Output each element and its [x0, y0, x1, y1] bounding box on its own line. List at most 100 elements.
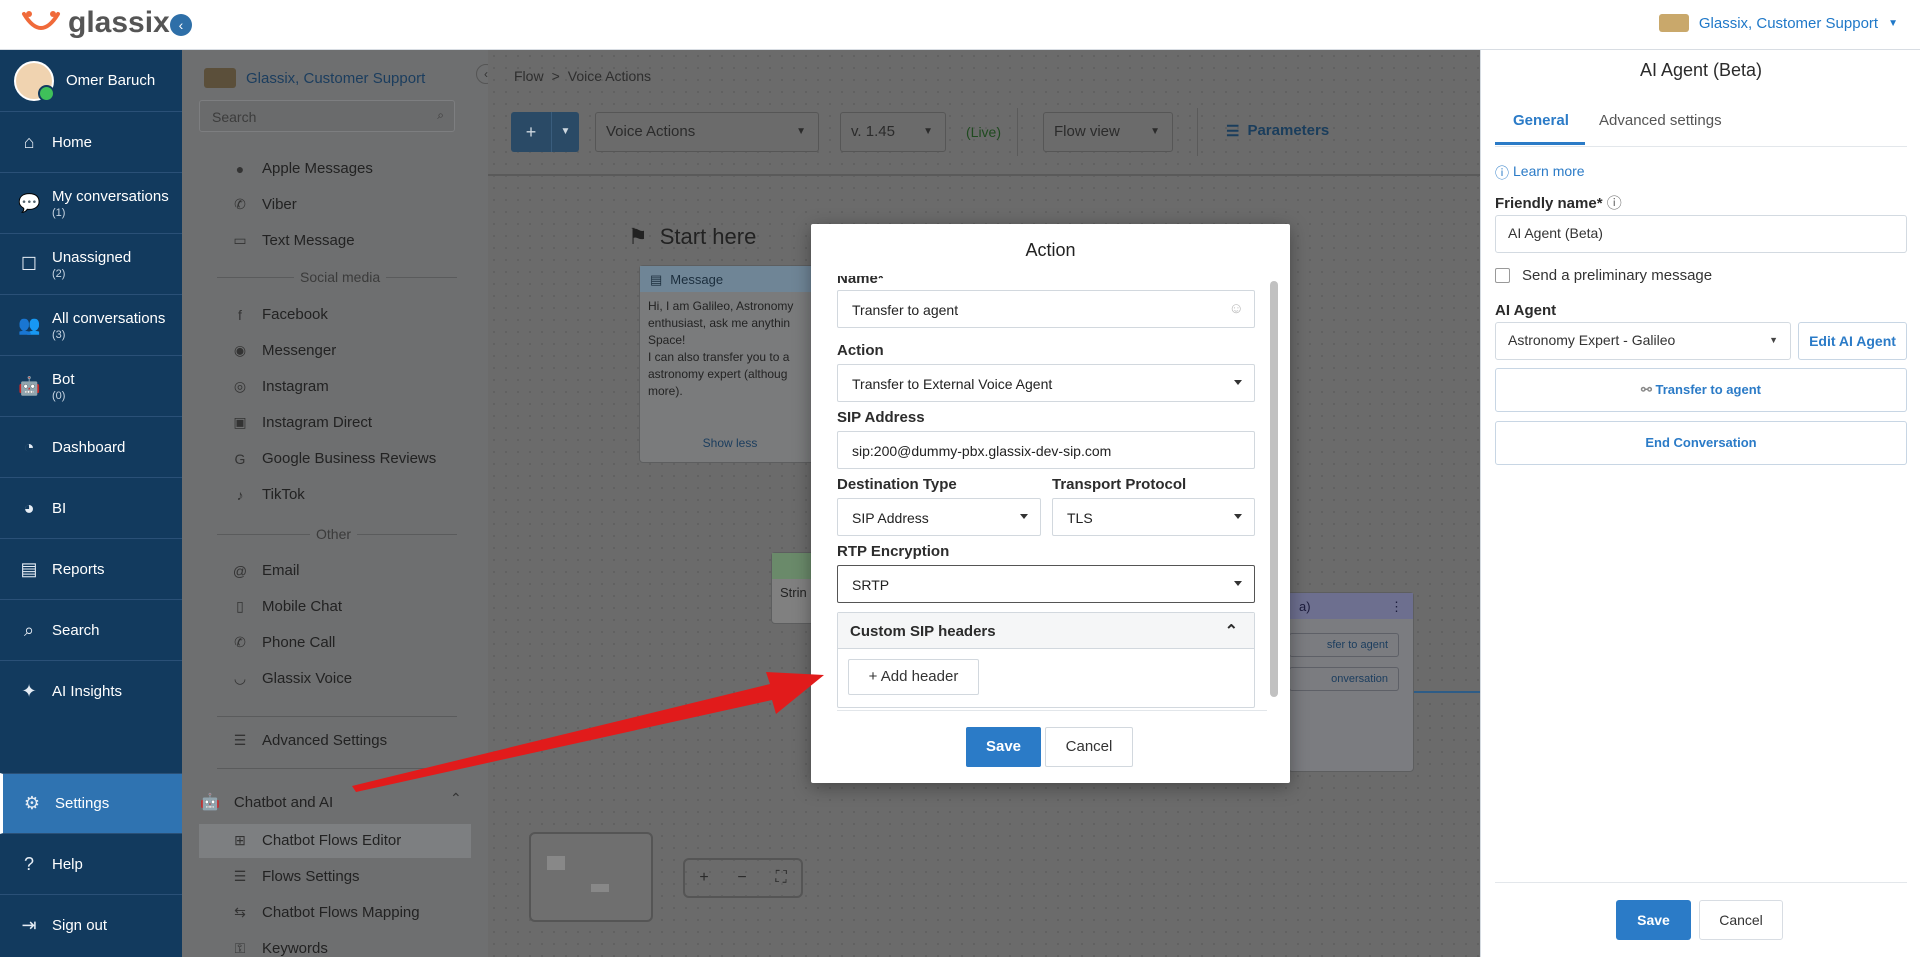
account-switcher[interactable]: Glassix, Customer Support ▼ — [1658, 14, 1898, 32]
transfer-to-agent-button[interactable]: ⚯ Transfer to agent — [1495, 368, 1907, 412]
nav-bi[interactable]: ◕ BI — [0, 478, 182, 539]
show-less-link[interactable]: Show less — [640, 436, 820, 450]
ai-agent-node-end[interactable]: onversation — [1289, 667, 1399, 691]
start-node[interactable]: ⚑ Start here — [628, 224, 756, 250]
message-line: I can also transfer you to a — [648, 350, 790, 364]
minimap[interactable] — [529, 832, 653, 922]
settings-item-text-message[interactable]: ▭ Text Message — [232, 232, 354, 249]
action-value: Transfer to External Voice Agent — [852, 376, 1053, 392]
version-select[interactable]: v. 1.45 ▼ — [840, 112, 946, 152]
parameters-button[interactable]: ☰ Parameters — [1226, 122, 1329, 140]
collapse-sidebar-icon[interactable]: ‹ — [170, 14, 192, 36]
annotation-arrow — [352, 672, 824, 792]
custom-headers-header[interactable]: Custom SIP headers ⌃ — [838, 613, 1254, 649]
zoom-in-button[interactable]: + — [699, 869, 708, 887]
view-select[interactable]: Flow view ▼ — [1043, 112, 1173, 152]
transport-protocol-select[interactable]: TLS — [1052, 498, 1255, 536]
rtp-encryption-select[interactable]: SRTP — [837, 565, 1255, 603]
message-line: Hi, I am Galileo, Astronomy — [648, 299, 794, 313]
nav-label: Help — [52, 855, 83, 873]
nav-label: Home — [52, 133, 93, 151]
settings-item-instagram-direct[interactable]: ▣ Instagram Direct — [232, 414, 372, 431]
settings-item-messenger[interactable]: ◉ Messenger — [232, 342, 336, 359]
info-icon[interactable]: ⓘ — [1607, 195, 1622, 212]
ai-agent-node-transfer[interactable]: sfer to agent — [1289, 633, 1399, 657]
settings-item-flows-editor[interactable]: ⊞ Chatbot Flows Editor — [232, 832, 401, 849]
sliders-icon: ☰ — [233, 732, 247, 748]
settings-item-glassix-voice[interactable]: ◡ Glassix Voice — [232, 670, 352, 687]
sip-address-input[interactable]: sip:200@dummy-pbx.glassix-dev-sip.com — [837, 431, 1255, 469]
settings-item-facebook[interactable]: f Facebook — [232, 306, 328, 323]
nav-unassigned[interactable]: ☐ Unassigned (2) — [0, 234, 182, 295]
dialog-cancel-button[interactable]: Cancel — [1045, 727, 1133, 767]
settings-search-input[interactable]: Search ⌕ — [199, 100, 455, 132]
ai-agent-node[interactable]: a) ⋮ sfer to agent onversation — [1288, 592, 1414, 772]
nav-dashboard[interactable]: ◔ Dashboard — [0, 417, 182, 478]
settings-item-apple-messages[interactable]: ● Apple Messages — [232, 160, 373, 177]
more-vertical-icon[interactable]: ⋮ — [1390, 599, 1403, 614]
preliminary-message-checkbox[interactable]: Send a preliminary message — [1495, 267, 1712, 284]
settings-item-google-reviews[interactable]: G Google Business Reviews — [232, 450, 437, 467]
nav-my-conversations[interactable]: 💬 My conversations (1) — [0, 173, 182, 234]
nav-settings[interactable]: ⚙ Settings — [0, 773, 182, 834]
glassix-logo[interactable]: glassix — [20, 6, 170, 40]
message-node[interactable]: ▤ Message Hi, I am Galileo, Astronomy ent… — [639, 265, 819, 463]
panel-cancel-button[interactable]: Cancel — [1699, 900, 1783, 940]
transfer-label: Transfer to agent — [1655, 382, 1761, 397]
inbox-icon: ☐ — [20, 253, 38, 274]
tab-advanced-settings[interactable]: Advanced settings — [1599, 112, 1722, 129]
nav-all-conversations[interactable]: 👥 All conversations (3) — [0, 295, 182, 356]
nav-home[interactable]: ⌂ Home — [0, 112, 182, 173]
dialog-save-button[interactable]: Save — [966, 727, 1041, 767]
add-header-button[interactable]: + Add header — [848, 659, 979, 695]
emoji-icon[interactable]: ☺ — [1229, 300, 1244, 317]
sign-out-icon: ⇥ — [21, 915, 37, 935]
add-node-button[interactable]: + ▼ — [511, 112, 579, 152]
nav-search[interactable]: ⌕ Search — [0, 600, 182, 661]
nav-reports[interactable]: ▤ Reports — [0, 539, 182, 600]
nav-bot[interactable]: 🤖 Bot (0) — [0, 356, 182, 417]
breadcrumb-root[interactable]: Flow — [514, 68, 544, 84]
mobile-icon: ▯ — [236, 598, 244, 614]
settings-item-tiktok[interactable]: ♪ TikTok — [232, 486, 305, 503]
checkbox[interactable] — [1495, 268, 1510, 283]
friendly-name-input[interactable]: AI Agent (Beta) — [1495, 215, 1907, 253]
help-icon: ? — [23, 853, 34, 874]
section-chatbot-ai[interactable]: 🤖 Chatbot and AI — [200, 792, 333, 812]
action-select[interactable]: Transfer to External Voice Agent — [837, 364, 1255, 402]
flow-select[interactable]: Voice Actions ▼ — [595, 112, 819, 152]
nav-ai-insights[interactable]: ✦ AI Insights — [0, 661, 182, 722]
settings-item-phone-call[interactable]: ✆ Phone Call — [232, 634, 335, 651]
settings-item-mobile-chat[interactable]: ▯ Mobile Chat — [232, 598, 342, 615]
end-conversation-button[interactable]: End Conversation — [1495, 421, 1907, 465]
settings-item-flows-settings[interactable]: ☰ Flows Settings — [232, 868, 360, 885]
chevron-up-icon[interactable]: ⌃ — [1225, 621, 1238, 641]
fit-view-button[interactable]: ⛶ — [775, 869, 786, 887]
settings-item-instagram[interactable]: ◎ Instagram — [232, 378, 329, 395]
message-node-title: Message — [670, 272, 724, 287]
panel-save-button[interactable]: Save — [1616, 900, 1691, 940]
nav-help[interactable]: ? Help — [0, 834, 182, 895]
settings-item-viber[interactable]: ✆ Viber — [232, 196, 297, 213]
name-input[interactable]: Transfer to agent ☺ — [837, 290, 1255, 328]
chevron-down-icon — [1234, 380, 1242, 385]
destination-type-select[interactable]: SIP Address — [837, 498, 1041, 536]
action-label: Action — [837, 342, 884, 359]
pie-chart-icon: ◕ — [23, 497, 35, 518]
user-profile[interactable]: Omer Baruch — [0, 50, 182, 112]
tab-general[interactable]: General — [1513, 112, 1569, 129]
edit-ai-agent-button[interactable]: Edit AI Agent — [1798, 322, 1907, 360]
zoom-out-button[interactable]: − — [737, 869, 746, 887]
settings-item-email[interactable]: @ Email — [232, 562, 300, 579]
nav-sign-out[interactable]: ⇥ Sign out — [0, 895, 182, 956]
settings-item-keywords[interactable]: ⚿ Keywords — [232, 940, 328, 957]
dialog-scrollbar[interactable] — [1270, 281, 1278, 697]
checkbox-label: Send a preliminary message — [1522, 267, 1713, 284]
name-value: Transfer to agent — [852, 302, 959, 318]
start-label: Start here — [659, 224, 757, 249]
settings-item-flows-mapping[interactable]: ⇆ Chatbot Flows Mapping — [232, 904, 420, 921]
settings-item-label: Chatbot Flows Mapping — [262, 904, 420, 921]
ai-agent-select[interactable]: Astronomy Expert - Galileo ▼ — [1495, 322, 1791, 360]
learn-more-link[interactable]: ⓘ Learn more — [1495, 163, 1585, 183]
ai-agent-node-header: a) ⋮ — [1289, 593, 1413, 619]
